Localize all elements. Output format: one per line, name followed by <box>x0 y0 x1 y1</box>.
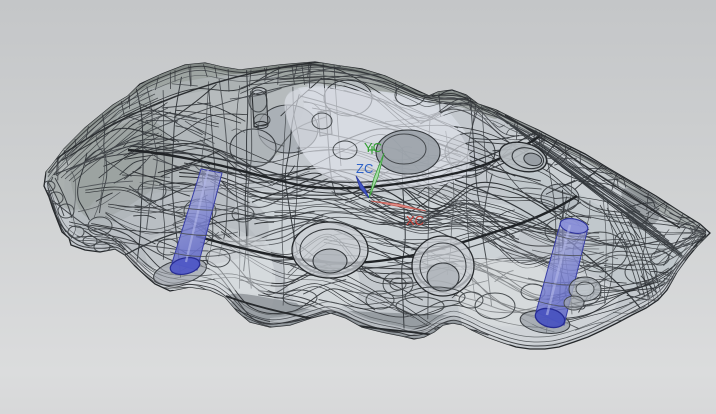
svg-text:ZC: ZC <box>356 161 373 176</box>
svg-text:YC: YC <box>364 140 382 155</box>
svg-text:XC: XC <box>406 213 424 228</box>
